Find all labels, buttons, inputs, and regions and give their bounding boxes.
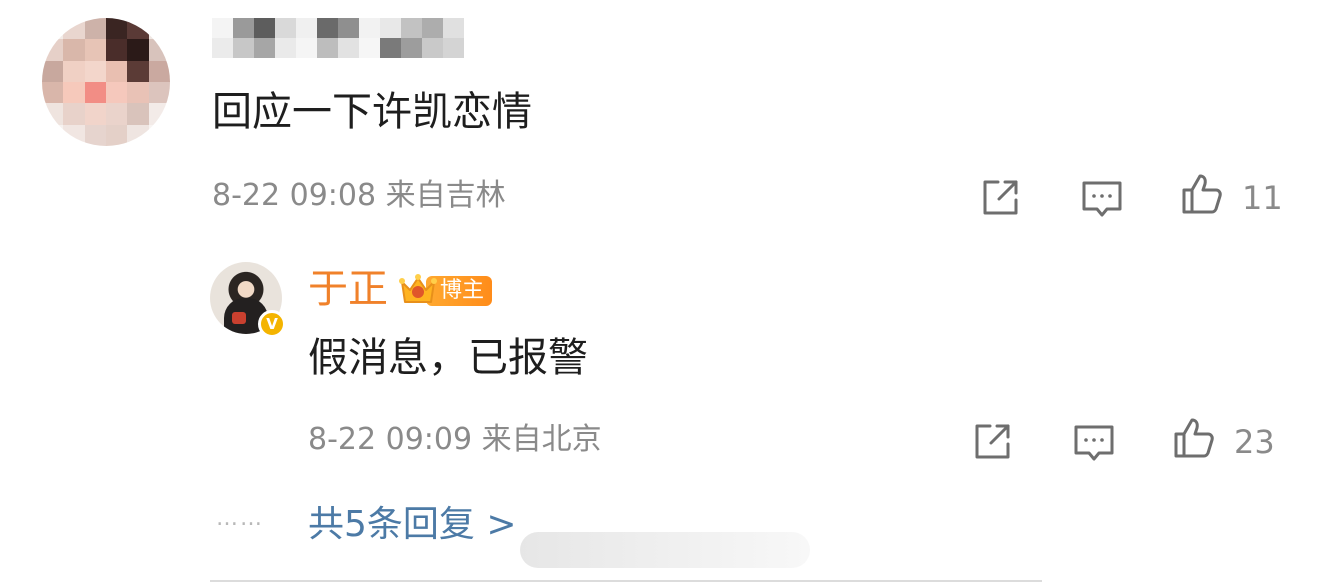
blogger-badge: 博主 [398, 270, 494, 310]
comment-text: 回应一下许凯恋情 [212, 89, 532, 135]
crown-icon [399, 274, 437, 303]
commenter-avatar[interactable] [42, 18, 170, 146]
reply-meta: 8-22 09:09 来自北京 [308, 422, 602, 457]
reply-author-name[interactable]: 于正 [308, 264, 388, 314]
comment-meta: 8-22 09:08 来自吉林 [212, 178, 506, 213]
reply-text: 假消息，已报警 [308, 335, 588, 381]
like-icon[interactable] [1180, 172, 1224, 216]
divider [210, 580, 1042, 582]
view-more-replies-link[interactable]: 共5条回复 > [308, 502, 517, 548]
reply-like-count: 23 [1234, 423, 1275, 461]
reply-comment-icon[interactable] [1072, 422, 1116, 466]
thread-dots: …… [216, 506, 264, 531]
comment-like-count: 11 [1242, 179, 1283, 217]
commenter-name-blurred[interactable] [212, 18, 464, 58]
comment-icon[interactable] [1080, 178, 1124, 222]
reply-like-icon[interactable] [1172, 416, 1216, 460]
watermark-blur [520, 532, 810, 568]
reply-share-icon[interactable] [970, 420, 1014, 464]
verified-badge-icon: V [258, 310, 286, 338]
share-icon[interactable] [978, 176, 1022, 220]
